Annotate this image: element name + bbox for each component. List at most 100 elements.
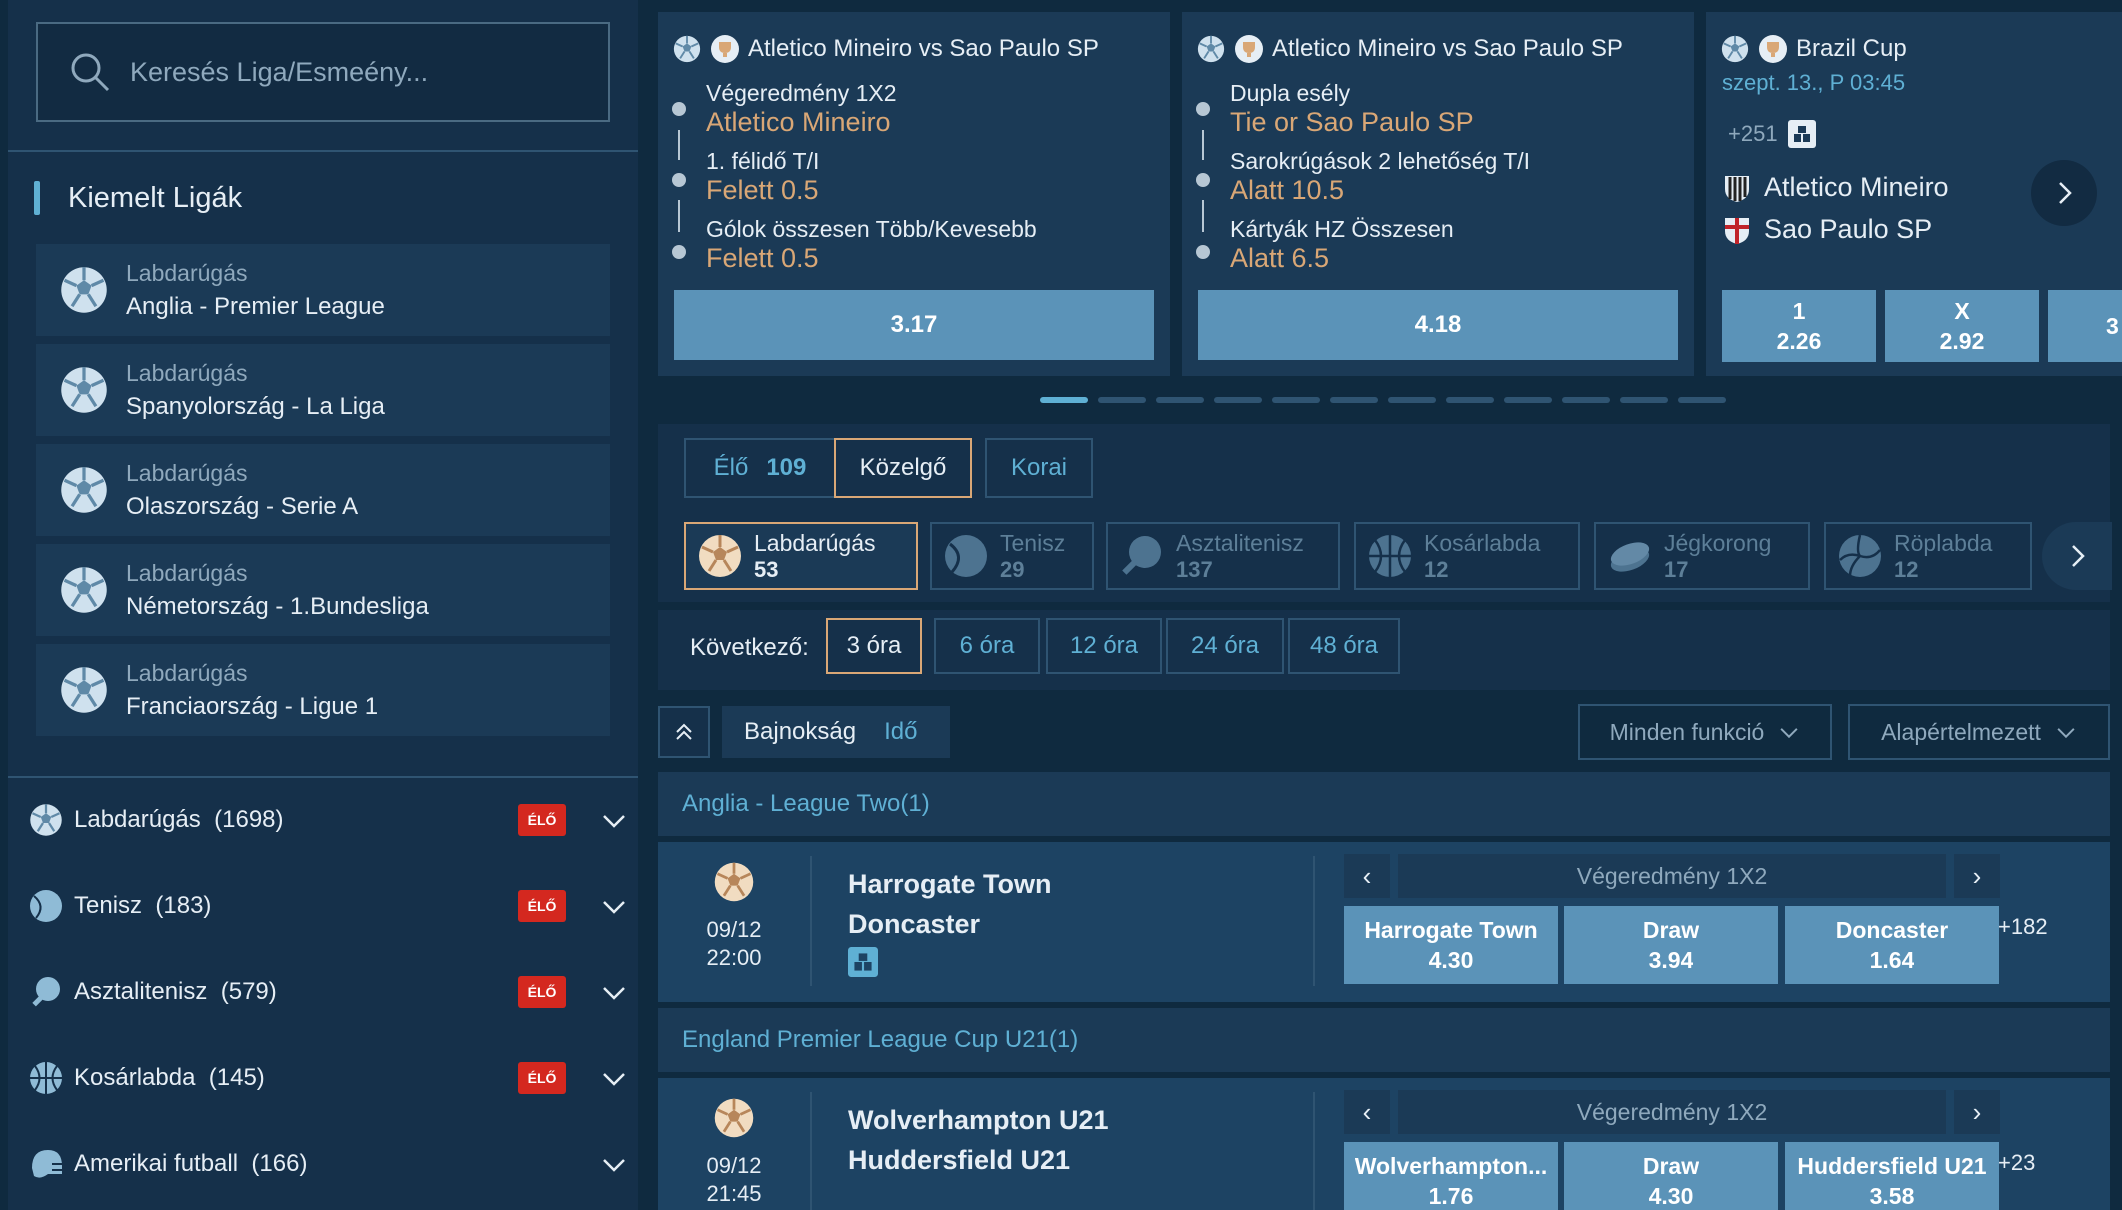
carousel-next-button[interactable] (2031, 160, 2097, 226)
leg-pick: Alatt 10.5 (1230, 175, 1345, 205)
odds-button-home[interactable]: Harrogate Town 4.30 (1344, 906, 1558, 984)
home-team: Atletico Mineiro (1764, 172, 1949, 202)
time-option-3h[interactable]: 3 óra (826, 618, 922, 674)
odds-button-away[interactable]: Doncaster 1.64 (1785, 906, 1999, 984)
odds-button[interactable]: 3.17 (674, 290, 1154, 360)
market-prev-button[interactable]: ‹ (1344, 1090, 1390, 1134)
odds-button-home[interactable]: Wolverhampton... 1.76 (1344, 1142, 1558, 1210)
default-sort-dropdown[interactable]: Alapértelmezett (1848, 704, 2110, 760)
sport-label: Labdarúgás (126, 659, 248, 686)
pagination-dot[interactable] (1620, 397, 1668, 403)
time-option-6h[interactable]: 6 óra (934, 618, 1040, 674)
sport-name: Amerikai futball (74, 1150, 239, 1177)
pagination-dot[interactable] (1272, 397, 1320, 403)
sport-row-tenisz[interactable]: Tenisz (183) ÉLŐ (28, 876, 628, 936)
odds-value: 3 (2106, 313, 2119, 339)
odds-button-away[interactable]: Huddersfield U21 3.58 (1785, 1142, 1999, 1210)
pagination-dot[interactable] (1330, 397, 1378, 403)
stats-icon[interactable] (1787, 120, 1816, 148)
sport-tab-count: 53 (754, 556, 779, 582)
sport-label: Labdarúgás (126, 359, 248, 386)
league-header[interactable]: England Premier League Cup U21(1) (658, 1008, 2110, 1072)
tab-kozelgo[interactable]: Közelgő (834, 438, 972, 498)
team-crest-icon (1725, 175, 1749, 202)
odds-label: Harrogate Town (1364, 917, 1538, 943)
sport-tab-kosarlabda[interactable]: Kosárlabda 12 (1354, 522, 1580, 590)
featured-league-bundesliga[interactable]: Labdarúgás Németország - 1.Bundesliga (36, 544, 610, 636)
match-row[interactable]: 09/12 22:00 Harrogate Town Doncaster ‹ Vég… (658, 842, 2110, 1002)
more-markets-link[interactable]: +182 (1998, 914, 2048, 940)
pagination-dot[interactable] (1446, 397, 1494, 403)
odds-button-draw[interactable]: Draw 4.30 (1564, 1142, 1778, 1210)
sport-row-labdarugas[interactable]: Labdarúgás (1698) ÉLŐ (28, 790, 628, 850)
tab-elo[interactable]: Élő 109 (684, 438, 836, 498)
sport-tab-count: 17 (1664, 556, 1689, 582)
search-box[interactable] (36, 22, 610, 122)
sport-row-amerikai-futball[interactable]: Amerikai futball (166) (28, 1134, 628, 1194)
pagination-dot[interactable] (1214, 397, 1262, 403)
league-header[interactable]: Anglia - League Two(1) (658, 772, 2110, 836)
pagination-dot[interactable] (1098, 397, 1146, 403)
betbuilder-card-2[interactable]: Atletico Mineiro vs Sao Paulo SP Dupla e… (1182, 12, 1694, 376)
odds-button-1[interactable]: 1 2.26 (1722, 290, 1876, 362)
time-filter-label: Következő: (690, 634, 809, 661)
away-team: Huddersfield U21 (848, 1145, 1071, 1175)
stats-icon[interactable] (848, 947, 878, 977)
sort-by-time[interactable]: Idő (884, 718, 917, 746)
leg-market: Dupla esély (1230, 80, 1351, 106)
sport-tab-tenisz[interactable]: Tenisz 29 (930, 522, 1094, 590)
time-option-48h[interactable]: 48 óra (1288, 618, 1400, 674)
sort-bar: Bajnokság Idő Minden funkció Alapértelme… (658, 704, 2110, 760)
odds-value: 3.58 (1869, 1183, 1915, 1209)
leg-market: Sarokrúgások 2 lehetőség T/I (1230, 148, 1531, 174)
tab-korai[interactable]: Korai (985, 438, 1093, 498)
featured-league-premier-league[interactable]: Labdarúgás Anglia - Premier League (36, 244, 610, 336)
odds-button-draw[interactable]: Draw 3.94 (1564, 906, 1778, 984)
match-row[interactable]: 09/12 21:45 Wolverhampton U21 Huddersfield… (658, 1078, 2110, 1210)
more-markets-link[interactable]: +23 (1998, 1150, 2035, 1176)
functions-dropdown[interactable]: Minden funkció (1578, 704, 1832, 760)
pagination-dot[interactable] (1504, 397, 1552, 403)
pagination-dot[interactable] (1562, 397, 1610, 403)
chevron-down-icon[interactable] (600, 806, 628, 834)
odds-button-x[interactable]: X 2.92 (1885, 290, 2039, 362)
odds-label: X (1954, 298, 1970, 324)
sport-tab-asztalitenisz[interactable]: Asztalitenisz 137 (1106, 522, 1340, 590)
market-next-button[interactable]: › (1954, 854, 2000, 898)
sport-row-kosarlabda[interactable]: Kosárlabda (145) ÉLŐ (28, 1048, 628, 1108)
chevron-down-icon[interactable] (600, 978, 628, 1006)
market-next-button[interactable]: › (1954, 1090, 2000, 1134)
odds-button-2[interactable]: 3 (2048, 290, 2122, 362)
leg-market: Gólok összesen Több/Kevesebb (706, 216, 1037, 242)
away-team: Sao Paulo SP (1764, 214, 1933, 244)
betbuilder-card-1[interactable]: Atletico Mineiro vs Sao Paulo SP Végered… (658, 12, 1170, 376)
pagination-dot[interactable] (1678, 397, 1726, 403)
market-prev-button[interactable]: ‹ (1344, 854, 1390, 898)
sport-tab-roplabda[interactable]: Röplabda 12 (1824, 522, 2032, 590)
sort-by-league[interactable]: Bajnokság (744, 718, 856, 746)
match-card-brazil-cup[interactable]: Brazil Cup szept. 13., P 03:45 +251 Atle… (1706, 12, 2122, 376)
odds-button[interactable]: 4.18 (1198, 290, 1678, 360)
sport-row-asztalitenisz[interactable]: Asztalitenisz (579) ÉLŐ (28, 962, 628, 1022)
search-input[interactable] (130, 56, 590, 88)
featured-league-la-liga[interactable]: Labdarúgás Spanyolország - La Liga (36, 344, 610, 436)
chevron-down-icon[interactable] (600, 1150, 628, 1178)
chevron-down-icon[interactable] (600, 892, 628, 920)
featured-league-ligue-1[interactable]: Labdarúgás Franciaország - Ligue 1 (36, 644, 610, 736)
pagination-dot[interactable] (1040, 397, 1088, 403)
home-team: Harrogate Town (848, 869, 1052, 899)
time-option-24h[interactable]: 24 óra (1166, 618, 1284, 674)
sport-tab-jegkorong[interactable]: Jégkorong 17 (1594, 522, 1810, 590)
time-option-12h[interactable]: 12 óra (1046, 618, 1162, 674)
chevron-down-icon[interactable] (600, 1064, 628, 1092)
trophy-icon (1759, 35, 1787, 63)
more-markets-count[interactable]: +251 (1728, 121, 1778, 147)
card-header: Atletico Mineiro vs Sao Paulo SP (1196, 34, 1623, 64)
featured-league-serie-a[interactable]: Labdarúgás Olaszország - Serie A (36, 444, 610, 536)
pagination-dot[interactable] (1156, 397, 1204, 403)
pagination-dot[interactable] (1388, 397, 1436, 403)
collapse-all-button[interactable] (658, 706, 710, 758)
card-header: Atletico Mineiro vs Sao Paulo SP (672, 34, 1099, 64)
sport-tabs-next-button[interactable] (2042, 522, 2112, 590)
sport-tab-labdarugas[interactable]: Labdarúgás 53 (684, 522, 918, 590)
